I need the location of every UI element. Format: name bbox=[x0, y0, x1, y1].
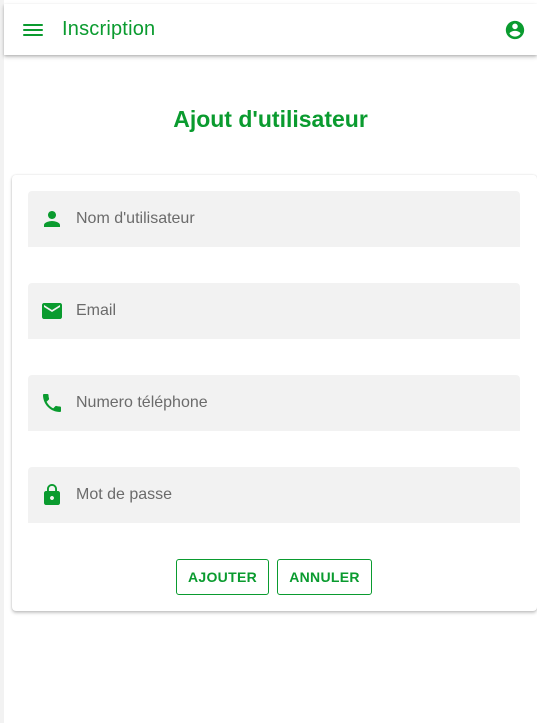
password-placeholder: Mot de passe bbox=[76, 486, 173, 503]
user-form-card: Nom d'utilisateur Email Numero téléphone… bbox=[12, 175, 537, 611]
username-field[interactable]: Nom d'utilisateur bbox=[28, 191, 520, 247]
account-circle-icon[interactable] bbox=[504, 19, 526, 41]
phone-placeholder: Numero téléphone bbox=[76, 394, 208, 411]
menu-icon[interactable] bbox=[22, 20, 44, 40]
app-bar-title: Inscription bbox=[62, 18, 156, 40]
lock-icon bbox=[40, 483, 64, 507]
phone-field[interactable]: Numero téléphone bbox=[28, 375, 520, 431]
top-app-bar: Inscription bbox=[4, 4, 537, 55]
person-icon bbox=[40, 207, 64, 231]
email-placeholder: Email bbox=[76, 302, 117, 319]
username-placeholder: Nom d'utilisateur bbox=[76, 210, 195, 227]
phone-icon bbox=[40, 391, 64, 415]
page-title: Ajout d'utilisateur bbox=[173, 106, 368, 132]
email-icon bbox=[40, 299, 64, 323]
password-field[interactable]: Mot de passe bbox=[28, 467, 520, 523]
cancel-button[interactable]: ANNULER bbox=[277, 559, 372, 595]
add-button[interactable]: AJOUTER bbox=[176, 559, 269, 595]
email-field[interactable]: Email bbox=[28, 283, 520, 339]
